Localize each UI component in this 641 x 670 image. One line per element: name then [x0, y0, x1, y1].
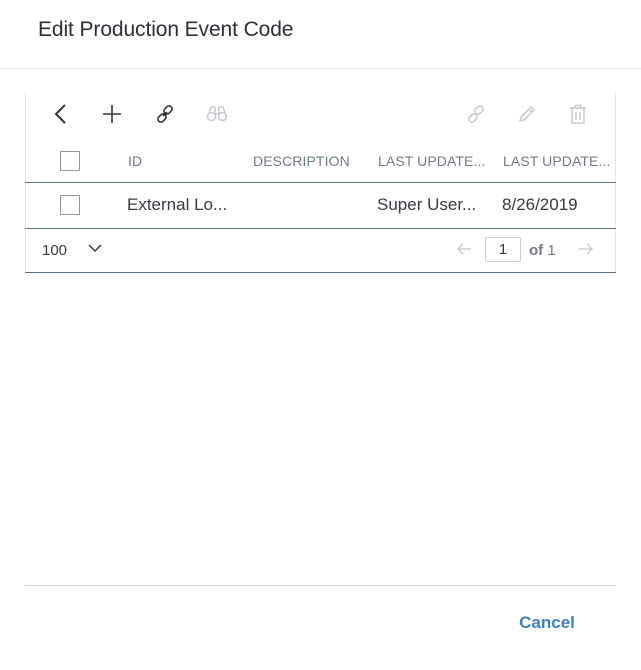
- page-size-dropdown[interactable]: [87, 241, 103, 259]
- page-total: 1: [547, 242, 556, 259]
- table-row[interactable]: External Lo... Super User... 8/26/2019: [25, 184, 616, 229]
- dialog-title: Edit Production Event Code: [38, 18, 294, 41]
- cell-id: External Lo...: [127, 195, 228, 214]
- column-header-id[interactable]: ID: [128, 153, 238, 169]
- cancel-button[interactable]: Cancel: [508, 608, 586, 638]
- cell-last-updated: 8/26/2019: [502, 195, 578, 214]
- page-of-label: of: [529, 242, 544, 259]
- find-button[interactable]: [203, 100, 231, 128]
- chevron-left-icon: [54, 104, 66, 124]
- trash-icon: [570, 104, 586, 124]
- arrow-right-icon: [579, 243, 593, 255]
- select-all-checkbox[interactable]: [60, 151, 80, 171]
- plus-icon: [103, 105, 121, 123]
- back-button[interactable]: [47, 100, 75, 128]
- chevron-down-icon: [88, 244, 102, 252]
- table-header-row: ID DESCRIPTION LAST UPDATE... LAST UPDAT…: [25, 140, 616, 183]
- footer-divider: [25, 585, 616, 586]
- grid-panel: ID DESCRIPTION LAST UPDATE... LAST UPDAT…: [25, 92, 616, 273]
- binoculars-icon: [206, 106, 228, 122]
- column-header-description[interactable]: DESCRIPTION: [253, 153, 368, 169]
- page-count: of 1: [529, 242, 556, 259]
- arrow-left-icon: [457, 243, 471, 255]
- dialog-header: Edit Production Event Code: [0, 0, 641, 69]
- row-checkbox[interactable]: [60, 195, 80, 215]
- pager: 100 1 of 1: [25, 229, 616, 273]
- page-number-input[interactable]: 1: [485, 237, 521, 262]
- cell-last-updated-by: Super User...: [377, 195, 477, 214]
- page-size-value[interactable]: 100: [42, 242, 67, 259]
- unlink-icon: [468, 105, 484, 123]
- unlink-button[interactable]: [462, 100, 490, 128]
- link-icon: [157, 105, 173, 123]
- link-button[interactable]: [151, 100, 179, 128]
- column-header-last-updated[interactable]: LAST UPDATE...: [503, 153, 613, 169]
- next-page-button[interactable]: [578, 241, 594, 262]
- delete-button[interactable]: [564, 100, 592, 128]
- add-button[interactable]: [98, 100, 126, 128]
- previous-page-button[interactable]: [456, 241, 472, 262]
- edit-button[interactable]: [513, 100, 541, 128]
- grid-toolbar: [25, 92, 616, 134]
- column-header-last-updated-by[interactable]: LAST UPDATE...: [378, 153, 493, 169]
- pencil-icon: [518, 105, 536, 123]
